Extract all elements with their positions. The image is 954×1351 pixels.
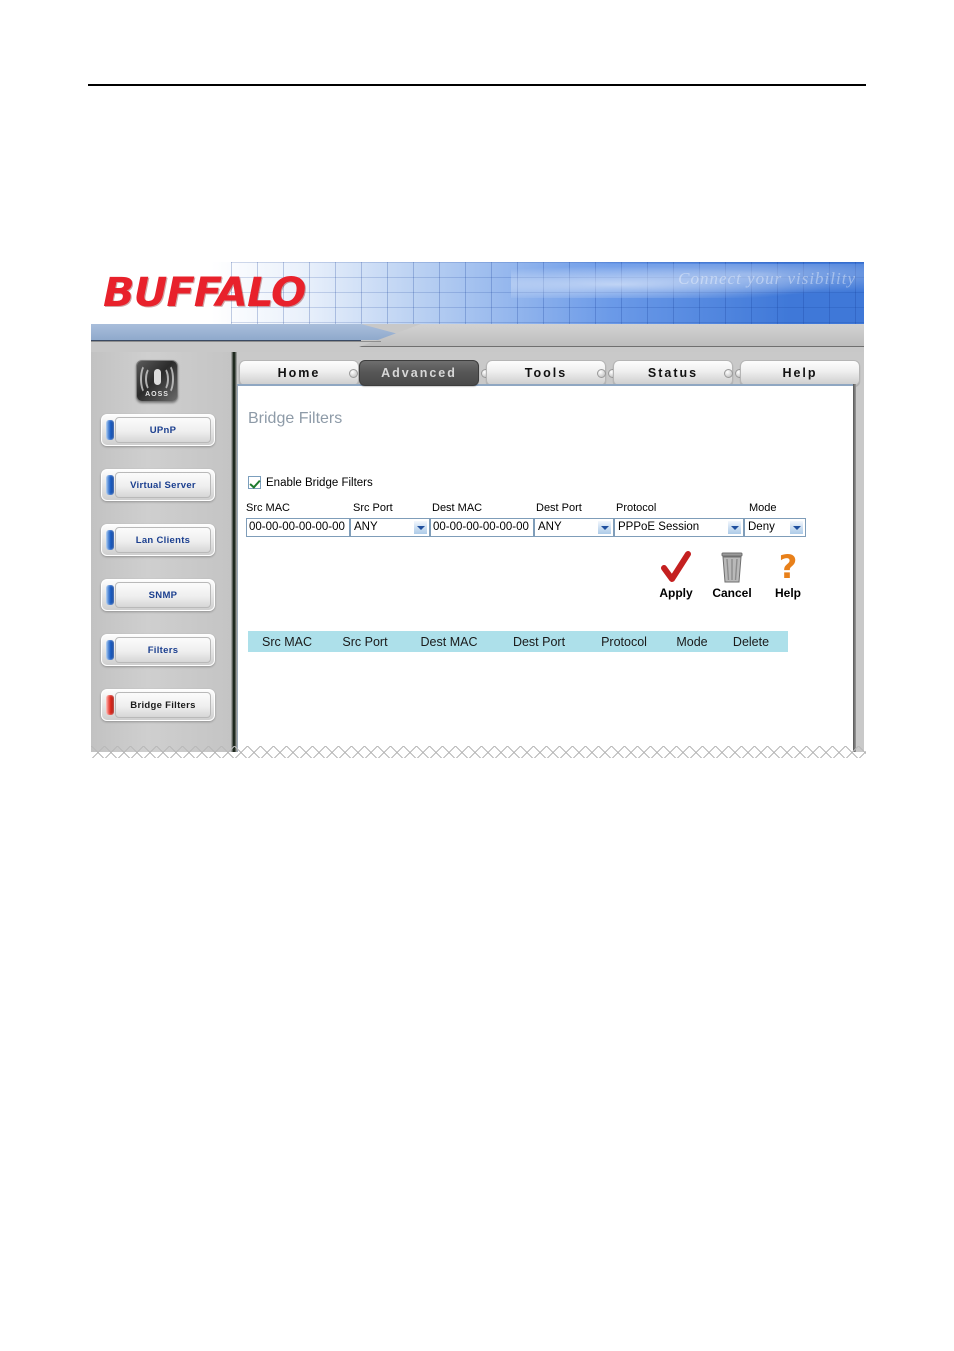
sidebar-item-label: Bridge Filters <box>130 699 196 711</box>
banner-watermark-text: Connect your visibility <box>678 269 856 288</box>
filter-table-header: Src MAC Src Port Dest MAC Dest Port Prot… <box>248 631 788 652</box>
help-button[interactable]: ? Help <box>765 548 811 600</box>
tab-help[interactable]: Help <box>740 360 860 386</box>
column-header-dest-port: Dest Port <box>512 634 566 649</box>
protocol-select[interactable]: PPPoE Session <box>614 518 744 537</box>
dest-port-label: Dest Port <box>536 502 582 514</box>
admin-body: AOSS UPnP Virtual Server Lan Clients SNM… <box>91 352 864 752</box>
tab-status[interactable]: Status <box>613 360 733 386</box>
sidebar-led-icon <box>106 585 114 605</box>
help-label: Help <box>774 586 801 600</box>
cancel-label: Cancel <box>712 586 752 600</box>
sidebar-item-face: Bridge Filters <box>115 692 211 718</box>
shelf-light-line <box>91 341 381 342</box>
sidebar-led-icon <box>106 530 114 550</box>
enable-bridge-filters-row: Enable Bridge Filters <box>248 476 373 489</box>
trash-can-icon <box>721 552 743 583</box>
apply-label: Apply <box>659 586 693 600</box>
sidebar-item-label: Virtual Server <box>130 479 196 491</box>
cancel-icon-box <box>709 551 755 585</box>
aoss-wave-icon <box>162 364 174 394</box>
sidebar-item-lan-clients[interactable]: Lan Clients <box>101 524 215 556</box>
dest-mac-label: Dest MAC <box>432 502 483 514</box>
dest-mac-input[interactable]: 00-00-00-00-00-00 <box>430 518 534 537</box>
page-title: Bridge Filters <box>248 410 343 427</box>
tab-advanced[interactable]: Advanced <box>359 360 479 386</box>
tab-separator-dot-icon <box>724 369 733 378</box>
chevron-down-icon[interactable] <box>413 520 428 535</box>
sidebar-item-face: UPnP <box>115 417 211 443</box>
tab-home[interactable]: Home <box>239 360 359 386</box>
settings-panel: Bridge Filters Enable Bridge Filters Src… <box>237 384 855 752</box>
sidebar-item-face: SNMP <box>115 582 211 608</box>
buffalo-logo: BUFFALO <box>103 270 306 316</box>
content-area: Home Advanced Tools Status Help Bridge F… <box>237 352 860 752</box>
cancel-button[interactable]: Cancel <box>709 551 755 600</box>
sidebar-item-face: Filters <box>115 637 211 663</box>
column-header-src-mac: Src MAC <box>262 634 312 649</box>
dest-port-select[interactable]: ANY <box>534 518 614 537</box>
sidebar-item-label: Lan Clients <box>135 534 191 546</box>
tab-bar: Home Advanced Tools Status Help <box>237 360 860 386</box>
protocol-label: Protocol <box>616 502 657 514</box>
column-header-delete: Delete <box>732 634 770 649</box>
mode-select[interactable]: Deny <box>744 518 806 537</box>
filter-entry-row: Src MAC 00-00-00-00-00-00 Src Port ANY D… <box>246 502 806 544</box>
sidebar: AOSS UPnP Virtual Server Lan Clients SNM… <box>91 352 233 752</box>
sidebar-item-label: UPnP <box>149 424 177 436</box>
sidebar-led-icon <box>106 695 114 715</box>
tab-tools[interactable]: Tools <box>486 360 606 386</box>
protocol-value: PPPoE Session <box>618 521 700 533</box>
src-port-label: Src Port <box>353 502 393 514</box>
aoss-wave-icon <box>140 364 152 394</box>
enable-bridge-filters-checkbox[interactable] <box>248 476 261 489</box>
banner-shelf <box>91 324 864 352</box>
sidebar-led-icon <box>106 420 114 440</box>
column-header-protocol: Protocol <box>601 634 647 649</box>
dest-port-value: ANY <box>538 521 562 533</box>
mode-label: Mode <box>749 502 777 514</box>
aoss-label: AOSS <box>145 391 169 398</box>
src-port-select[interactable]: ANY <box>350 518 430 537</box>
src-mac-label: Src MAC <box>246 502 290 514</box>
sidebar-led-icon <box>106 640 114 660</box>
enable-bridge-filters-label: Enable Bridge Filters <box>266 476 373 489</box>
column-header-mode: Mode <box>676 634 708 649</box>
sidebar-item-snmp[interactable]: SNMP <box>101 579 215 611</box>
chevron-down-icon[interactable] <box>727 520 742 535</box>
aoss-core-icon <box>153 369 161 385</box>
document-header-rule <box>88 84 866 86</box>
chevron-down-icon[interactable] <box>597 520 612 535</box>
action-buttons: Apply Cancel ? Help <box>653 548 811 600</box>
sidebar-item-filters[interactable]: Filters <box>101 634 215 666</box>
column-header-src-port: Src Port <box>342 634 388 649</box>
src-mac-input[interactable]: 00-00-00-00-00-00 <box>246 518 350 537</box>
column-header-dest-mac: Dest MAC <box>420 634 478 649</box>
tab-separator-dot-icon <box>597 369 606 378</box>
sidebar-item-bridge-filters[interactable]: Bridge Filters <box>101 689 215 721</box>
chevron-down-icon[interactable] <box>789 520 804 535</box>
svg-text:?: ? <box>779 551 798 585</box>
sidebar-item-virtual-server[interactable]: Virtual Server <box>101 469 215 501</box>
sidebar-item-face: Virtual Server <box>115 472 211 498</box>
apply-icon-box <box>653 551 699 585</box>
brand-banner: Connect your visibility BUFFALO <box>91 262 864 324</box>
sidebar-item-face: Lan Clients <box>115 527 211 553</box>
panel-right-edge <box>853 384 856 752</box>
red-checkmark-icon <box>661 551 691 582</box>
router-admin-screenshot: Connect your visibility BUFFALO AOSS UPn… <box>91 262 864 752</box>
help-icon-box: ? <box>765 548 811 586</box>
sidebar-item-upnp[interactable]: UPnP <box>101 414 215 446</box>
torn-edge-decoration <box>91 746 866 758</box>
tab-separator-dot-icon <box>349 369 358 378</box>
sidebar-led-icon <box>106 475 114 495</box>
sidebar-item-label: Filters <box>147 644 179 656</box>
apply-button[interactable]: Apply <box>653 551 699 600</box>
shelf-gray-bar <box>359 324 864 347</box>
aoss-button[interactable]: AOSS <box>136 360 178 402</box>
src-port-value: ANY <box>354 521 378 533</box>
sidebar-item-label: SNMP <box>148 589 178 601</box>
orange-question-mark-icon: ? <box>779 548 798 586</box>
mode-value: Deny <box>748 521 775 533</box>
